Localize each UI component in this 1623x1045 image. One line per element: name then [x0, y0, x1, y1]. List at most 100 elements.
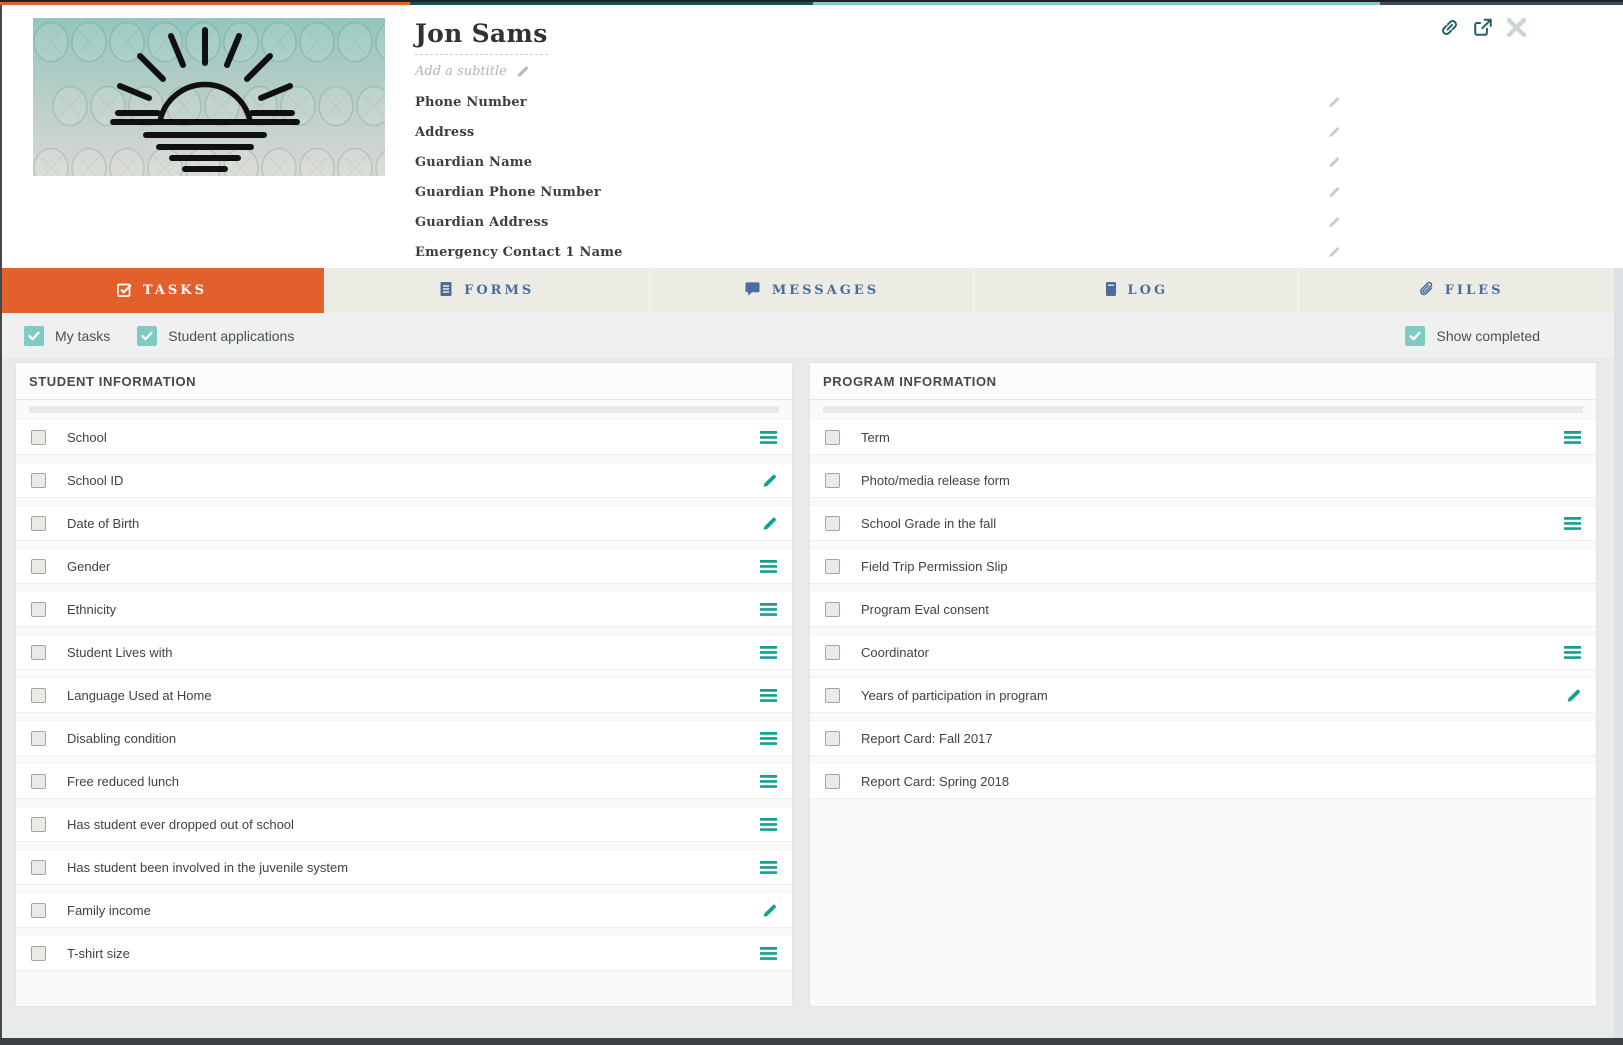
task-label: Has student been involved in the juvenil…: [67, 860, 759, 875]
filter-my-tasks[interactable]: My tasks: [24, 326, 110, 346]
profile-field-row: Emergency Contact 1 Name: [415, 237, 1340, 267]
edit-field-button[interactable]: [1328, 216, 1340, 228]
link-icon: [1440, 18, 1459, 37]
task-panels: STUDENT INFORMATIONSchoolSchool IDDate o…: [0, 358, 1623, 1007]
files-icon: [1419, 281, 1434, 301]
task-row: School Grade in the fall: [810, 505, 1596, 541]
task-label: Family income: [67, 903, 759, 918]
profile-field-list: Phone NumberAddressGuardian NameGuardian…: [415, 87, 1340, 267]
open-options-button[interactable]: [1563, 646, 1581, 659]
task-checkbox[interactable]: [31, 817, 46, 832]
open-options-button[interactable]: [759, 775, 777, 788]
tasks-icon: [117, 281, 132, 301]
open-options-button[interactable]: [759, 560, 777, 573]
task-row: Ethnicity: [16, 591, 792, 627]
edit-subtitle-button[interactable]: [516, 65, 529, 78]
edit-value-button[interactable]: [759, 903, 777, 918]
task-checkbox[interactable]: [825, 559, 840, 574]
open-options-button[interactable]: [759, 603, 777, 616]
forms-icon: [439, 281, 453, 301]
panel-title: STUDENT INFORMATION: [29, 374, 196, 389]
task-checkbox[interactable]: [825, 602, 840, 617]
open-options-button[interactable]: [759, 861, 777, 874]
edit-value-button[interactable]: [1563, 688, 1581, 703]
filter-student-applications[interactable]: Student applications: [137, 326, 294, 346]
task-checkbox[interactable]: [31, 903, 46, 918]
edit-field-button[interactable]: [1328, 96, 1340, 108]
task-row: Disabling condition: [16, 720, 792, 756]
profile-field-row: Phone Number: [415, 87, 1340, 117]
filter-checkbox[interactable]: [1405, 326, 1425, 346]
profile-field-row: Address: [415, 117, 1340, 147]
task-checkbox[interactable]: [825, 688, 840, 703]
task-label: Date of Birth: [67, 516, 759, 531]
open-options-button[interactable]: [759, 646, 777, 659]
task-checkbox[interactable]: [31, 688, 46, 703]
task-row: Term: [810, 419, 1596, 455]
tab-files[interactable]: FILES: [1298, 268, 1623, 313]
profile-header: Jon Sams Add a subtitle Phone NumberAddr…: [0, 5, 1623, 268]
copy-link-button[interactable]: [1440, 18, 1459, 37]
tab-messages[interactable]: MESSAGES: [649, 268, 974, 313]
task-checkbox[interactable]: [825, 645, 840, 660]
filter-checkbox[interactable]: [24, 326, 44, 346]
edit-field-button[interactable]: [1328, 246, 1340, 258]
subtitle-placeholder[interactable]: Add a subtitle: [415, 64, 507, 79]
task-checkbox[interactable]: [31, 774, 46, 789]
open-options-button[interactable]: [1563, 517, 1581, 530]
profile-field-label: Address: [415, 125, 474, 140]
task-checkbox[interactable]: [825, 430, 840, 445]
tab-tasks[interactable]: TASKS: [0, 268, 324, 313]
task-checkbox[interactable]: [31, 430, 46, 445]
open-options-button[interactable]: [759, 732, 777, 745]
edit-value-button[interactable]: [759, 473, 777, 488]
task-checkbox[interactable]: [31, 473, 46, 488]
filter-show-completed[interactable]: Show completed: [1405, 326, 1540, 346]
tab-forms[interactable]: FORMS: [324, 268, 649, 313]
profile-field-row: Guardian Address: [415, 207, 1340, 237]
task-checkbox[interactable]: [31, 645, 46, 660]
task-checkbox[interactable]: [825, 516, 840, 531]
tab-label: MESSAGES: [772, 283, 879, 298]
messages-icon: [744, 281, 761, 301]
task-checkbox[interactable]: [31, 602, 46, 617]
filter-checkbox[interactable]: [137, 326, 157, 346]
open-options-button[interactable]: [759, 689, 777, 702]
task-label: School Grade in the fall: [861, 516, 1563, 531]
edit-field-button[interactable]: [1328, 186, 1340, 198]
window-bottom-border: [0, 1038, 1623, 1045]
task-label: Disabling condition: [67, 731, 759, 746]
panel-title-row: PROGRAM INFORMATION: [810, 363, 1596, 400]
profile-field-row: Guardian Phone Number: [415, 177, 1340, 207]
task-checkbox[interactable]: [31, 516, 46, 531]
edit-field-button[interactable]: [1328, 126, 1340, 138]
open-options-button[interactable]: [759, 431, 777, 444]
profile-cover-image: [33, 18, 385, 176]
open-options-button[interactable]: [759, 818, 777, 831]
task-checkbox[interactable]: [825, 473, 840, 488]
edit-field-button[interactable]: [1328, 156, 1340, 168]
task-checkbox[interactable]: [825, 731, 840, 746]
panel-title: PROGRAM INFORMATION: [823, 374, 997, 389]
share-button[interactable]: [1473, 18, 1493, 37]
task-row: School ID: [16, 462, 792, 498]
tab-log[interactable]: LOG: [973, 268, 1298, 313]
task-checkbox[interactable]: [31, 860, 46, 875]
profile-field-label: Guardian Address: [415, 215, 548, 230]
task-checkbox[interactable]: [31, 731, 46, 746]
task-list: TermPhoto/media release formSchool Grade…: [810, 419, 1596, 799]
task-row: Gender: [16, 548, 792, 584]
task-checkbox[interactable]: [31, 946, 46, 961]
edit-value-button[interactable]: [759, 516, 777, 531]
task-row: Student Lives with: [16, 634, 792, 670]
task-checkbox[interactable]: [825, 774, 840, 789]
task-checkbox[interactable]: [31, 559, 46, 574]
task-row: Has student ever dropped out of school: [16, 806, 792, 842]
open-options-button[interactable]: [759, 947, 777, 960]
tab-label: LOG: [1128, 283, 1169, 298]
log-icon: [1105, 281, 1117, 301]
open-options-button[interactable]: [1563, 431, 1581, 444]
task-label: Term: [861, 430, 1563, 445]
close-button[interactable]: [1507, 18, 1526, 37]
scrollbar-track[interactable]: [1614, 268, 1623, 1038]
